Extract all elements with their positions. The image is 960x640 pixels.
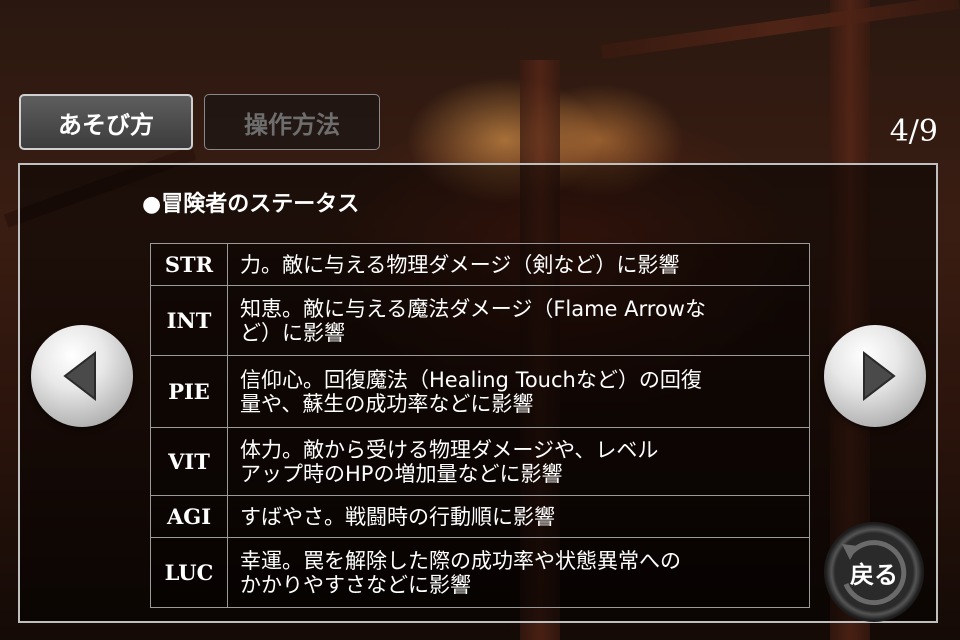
stat-key: LUC xyxy=(150,537,228,608)
stat-description-line: かかりやすさなどに影響 xyxy=(240,572,471,597)
prev-page-button[interactable] xyxy=(31,325,133,427)
stat-description-line: 幸運。罠を解除した際の成功率や状態異常への xyxy=(240,548,681,573)
table-row: LUC 幸運。罠を解除した際の成功率や状態異常への かかりやすさなどに影響 xyxy=(150,537,810,608)
stat-key: INT xyxy=(150,285,228,356)
tab-how-to-play[interactable]: あそび方 xyxy=(19,94,193,150)
section-title: ●冒険者のステータス xyxy=(142,192,360,217)
back-button-label: 戻る xyxy=(850,561,898,589)
stat-description-line: 体力。敵から受ける物理ダメージや、レベル xyxy=(240,437,659,462)
stat-description: 体力。敵から受ける物理ダメージや、レベル アップ時のHPの増加量などに影響 xyxy=(227,427,810,496)
table-row: STR 力。敵に与える物理ダメージ（剣など）に影響 xyxy=(150,243,810,286)
stat-key: PIE xyxy=(150,355,228,428)
tab-controls[interactable]: 操作方法 xyxy=(204,94,380,150)
stat-description-line: 力。敵に与える物理ダメージ（剣など）に影響 xyxy=(240,252,680,277)
stat-description-line: アップ時のHPの増加量などに影響 xyxy=(240,461,563,486)
next-page-button[interactable] xyxy=(824,325,926,427)
page-indicator: 4/9 xyxy=(889,114,938,149)
stats-table: STR 力。敵に与える物理ダメージ（剣など）に影響 INT 知恵。敵に与える魔法… xyxy=(150,243,810,608)
table-row: PIE 信仰心。回復魔法（Healing Touchなど）の回復 量や、蘇生の成… xyxy=(150,355,810,428)
table-row: VIT 体力。敵から受ける物理ダメージや、レベル アップ時のHPの増加量などに影… xyxy=(150,427,810,496)
stat-description-line: すばやさ。戦闘時の行動順に影響 xyxy=(240,504,555,529)
table-row: INT 知恵。敵に与える魔法ダメージ（Flame Arrowな ど）に影響 xyxy=(150,285,810,356)
stat-key: VIT xyxy=(150,427,228,496)
stat-description-line: 知恵。敵に与える魔法ダメージ（Flame Arrowな xyxy=(240,296,706,321)
stat-description: 知恵。敵に与える魔法ダメージ（Flame Arrowな ど）に影響 xyxy=(227,285,810,356)
stat-description-line: 信仰心。回復魔法（Healing Touchなど）の回復 xyxy=(240,367,702,392)
back-button[interactable]: 戻る xyxy=(824,522,924,622)
stat-description: 信仰心。回復魔法（Healing Touchなど）の回復 量や、蘇生の成功率など… xyxy=(227,355,810,428)
stat-description: すばやさ。戦闘時の行動順に影響 xyxy=(227,495,810,538)
stat-description: 幸運。罠を解除した際の成功率や状態異常への かかりやすさなどに影響 xyxy=(227,537,810,608)
right-triangle-icon xyxy=(863,350,896,402)
stat-key: STR xyxy=(150,243,228,286)
left-triangle-icon xyxy=(63,350,96,402)
table-row: AGI すばやさ。戦闘時の行動順に影響 xyxy=(150,495,810,538)
stat-description: 力。敵に与える物理ダメージ（剣など）に影響 xyxy=(227,243,810,286)
stat-key: AGI xyxy=(150,495,228,538)
stat-description-line: 量や、蘇生の成功率などに影響 xyxy=(240,391,534,416)
stat-description-line: ど）に影響 xyxy=(240,320,345,345)
ceiling-beam xyxy=(600,0,960,59)
